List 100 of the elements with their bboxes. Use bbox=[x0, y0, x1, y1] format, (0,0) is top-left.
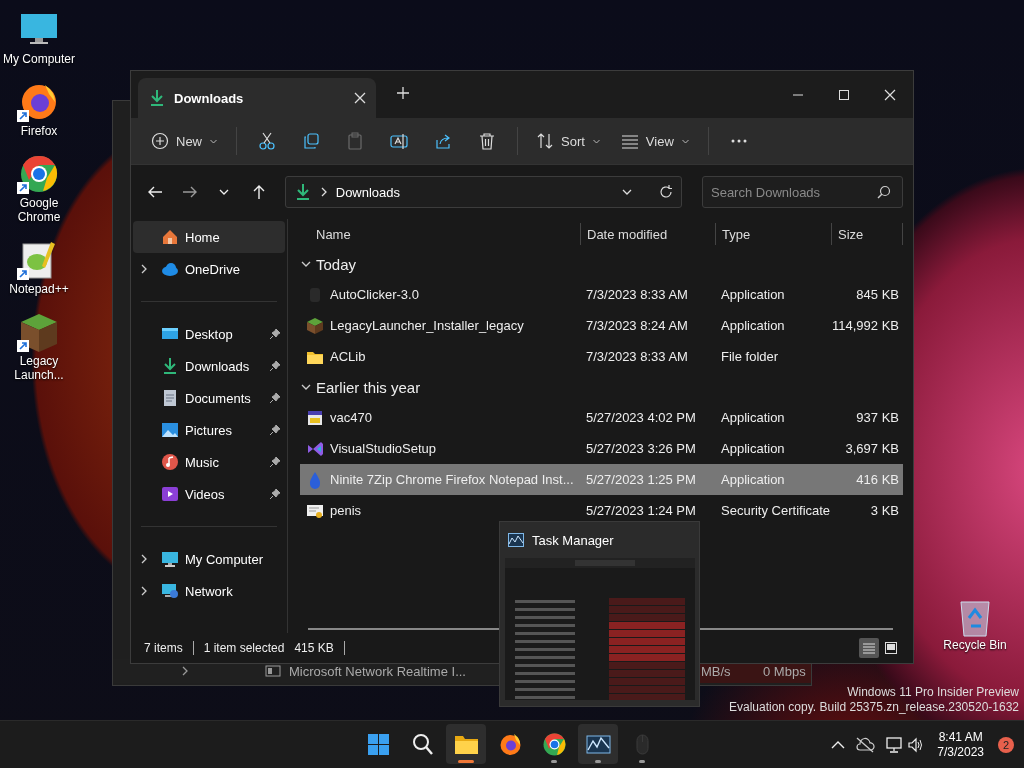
volume-icon bbox=[907, 736, 924, 753]
file-row[interactable]: VisualStudioSetup 5/27/2023 3:26 PM Application 3,697 KB bbox=[300, 433, 903, 464]
file-size: 3,697 KB bbox=[845, 441, 899, 456]
desktop-icon-label[interactable]: My Computer bbox=[0, 52, 78, 66]
home-icon bbox=[161, 228, 179, 246]
watermark-text: Evaluation copy. Build 25375.zn_release.230520-1632 bbox=[729, 700, 1019, 715]
file-icon bbox=[306, 439, 324, 458]
cloud-off-icon bbox=[855, 736, 876, 753]
task-manager-icon bbox=[508, 533, 524, 547]
clock[interactable]: 8:41 AM 7/3/2023 bbox=[933, 729, 988, 760]
pin-icon bbox=[269, 392, 281, 404]
file-name: AutoClicker-3.0 bbox=[330, 287, 419, 302]
close-icon bbox=[354, 92, 366, 104]
sort-button[interactable]: Sort bbox=[528, 124, 609, 158]
sidebar-item[interactable]: Downloads bbox=[133, 350, 285, 382]
close-icon bbox=[884, 88, 896, 101]
download-icon bbox=[161, 357, 179, 375]
file-type: Application bbox=[721, 472, 785, 487]
search-field[interactable]: Search Downloads bbox=[702, 176, 903, 208]
network-icon bbox=[885, 736, 904, 753]
group-header[interactable]: Earlier this year bbox=[300, 372, 903, 402]
file-type: Application bbox=[721, 318, 785, 333]
file-row[interactable]: AutoClicker-3.0 7/3/2023 8:33 AM Application 845 KB bbox=[300, 279, 903, 310]
address-bar[interactable]: Downloads bbox=[284, 176, 682, 208]
desktop-icon-label[interactable]: Legacy Launch... bbox=[8, 354, 70, 382]
pictures-icon bbox=[161, 421, 179, 439]
selection-info: 1 item selected bbox=[203, 641, 285, 655]
file-name: ACLib bbox=[330, 349, 366, 364]
network-usage: MB/s bbox=[701, 664, 731, 679]
paste-icon bbox=[346, 132, 364, 150]
sidebar-item[interactable]: Desktop bbox=[133, 318, 285, 350]
cloud-icon bbox=[161, 260, 179, 278]
desktop-icon-label[interactable]: Notepad++ bbox=[8, 282, 70, 296]
network-speed: 0 Mbps bbox=[763, 664, 806, 679]
watermark-text: Windows 11 Pro Insider Preview bbox=[847, 685, 1019, 700]
file-row[interactable]: LegacyLauncher_Installer_legacy 7/3/2023 8:24 AM Application 114,992 KB bbox=[300, 310, 903, 341]
rename-icon bbox=[390, 132, 408, 150]
new-icon bbox=[151, 132, 169, 150]
file-icon bbox=[306, 316, 324, 335]
delete-icon bbox=[478, 132, 496, 150]
document-icon bbox=[161, 389, 179, 407]
up-arrow-icon bbox=[251, 184, 266, 200]
search-icon bbox=[877, 185, 891, 199]
sidebar-item[interactable]: Network bbox=[133, 575, 285, 607]
sidebar-item[interactable]: Pictures bbox=[133, 414, 285, 446]
file-row[interactable]: penis 5/27/2023 1:24 PM Security Certificate 3 KB bbox=[300, 495, 903, 526]
more-icon bbox=[729, 139, 748, 143]
group-header[interactable]: Today bbox=[300, 249, 903, 279]
desktop-icon-label[interactable]: Google Chrome bbox=[8, 196, 70, 224]
file-date: 5/27/2023 4:02 PM bbox=[586, 410, 696, 425]
file-date: 5/27/2023 1:25 PM bbox=[586, 472, 696, 487]
sidebar-item[interactable]: Home bbox=[133, 221, 285, 253]
copy-icon bbox=[302, 132, 320, 150]
file-type: Application bbox=[721, 441, 785, 456]
file-name: penis bbox=[330, 503, 362, 518]
sidebar-item[interactable]: Documents bbox=[133, 382, 285, 414]
preview-title: Task Manager bbox=[532, 532, 614, 548]
process-name: Microsoft Network Realtime I... bbox=[289, 663, 466, 679]
file-size: 937 KB bbox=[856, 410, 899, 425]
explorer-taskbar-button[interactable] bbox=[446, 724, 486, 764]
view-button[interactable]: View bbox=[612, 124, 698, 158]
back-arrow-icon bbox=[147, 185, 164, 199]
close-tab-button[interactable] bbox=[354, 92, 366, 104]
window-icon bbox=[265, 665, 281, 677]
desktop-icon-label[interactable]: Firefox bbox=[8, 124, 70, 138]
videos-icon bbox=[161, 485, 179, 503]
network-button[interactable] bbox=[885, 736, 924, 753]
file-type: Application bbox=[721, 410, 785, 425]
taskmanager-taskbar-button[interactable] bbox=[578, 724, 618, 764]
sidebar-item[interactable]: Music bbox=[133, 446, 285, 478]
column-header[interactable]: Name bbox=[300, 223, 580, 245]
folder-tab[interactable]: Downloads bbox=[138, 78, 376, 118]
file-name: LegacyLauncher_Installer_legacy bbox=[330, 318, 524, 333]
column-header[interactable]: Type bbox=[715, 223, 831, 245]
sidebar-item[interactable]: OneDrive bbox=[133, 253, 285, 285]
plus-icon bbox=[397, 87, 409, 99]
cloud-status-button[interactable] bbox=[855, 736, 876, 753]
file-row[interactable]: ACLib 7/3/2023 8:33 AM File folder bbox=[300, 341, 903, 372]
column-header[interactable]: Date modified bbox=[580, 223, 715, 245]
sidebar-item[interactable]: My Computer bbox=[133, 543, 285, 575]
pin-icon bbox=[269, 488, 281, 500]
file-date: 7/3/2023 8:33 AM bbox=[586, 287, 688, 302]
chevron-up-icon bbox=[831, 739, 846, 750]
file-type: Security Certificate bbox=[721, 503, 831, 518]
clock-date: 7/3/2023 bbox=[937, 744, 984, 760]
show-hidden-icons-button[interactable] bbox=[831, 739, 846, 750]
maximize-icon bbox=[838, 88, 850, 101]
file-row[interactable]: Ninite 7Zip Chrome Firefox Notepad Inst... 5/27/2023 1:25 PM Application 416 KB bbox=[300, 464, 903, 495]
pin-icon bbox=[269, 456, 281, 468]
clock-time: 8:41 AM bbox=[938, 729, 983, 745]
file-row[interactable]: vac470 5/27/2023 4:02 PM Application 937 KB bbox=[300, 402, 903, 433]
new-button[interactable]: New bbox=[143, 124, 226, 158]
desktop-icon-label[interactable]: Recycle Bin bbox=[940, 638, 1010, 652]
item-count: 7 items bbox=[144, 641, 183, 655]
notification-badge[interactable]: 2 bbox=[998, 736, 1014, 753]
pin-icon bbox=[269, 360, 281, 372]
sidebar-item[interactable]: Videos bbox=[133, 478, 285, 510]
chrome-icon bbox=[541, 731, 567, 757]
file-name: VisualStudioSetup bbox=[330, 441, 436, 456]
column-header[interactable]: Size bbox=[831, 223, 903, 245]
